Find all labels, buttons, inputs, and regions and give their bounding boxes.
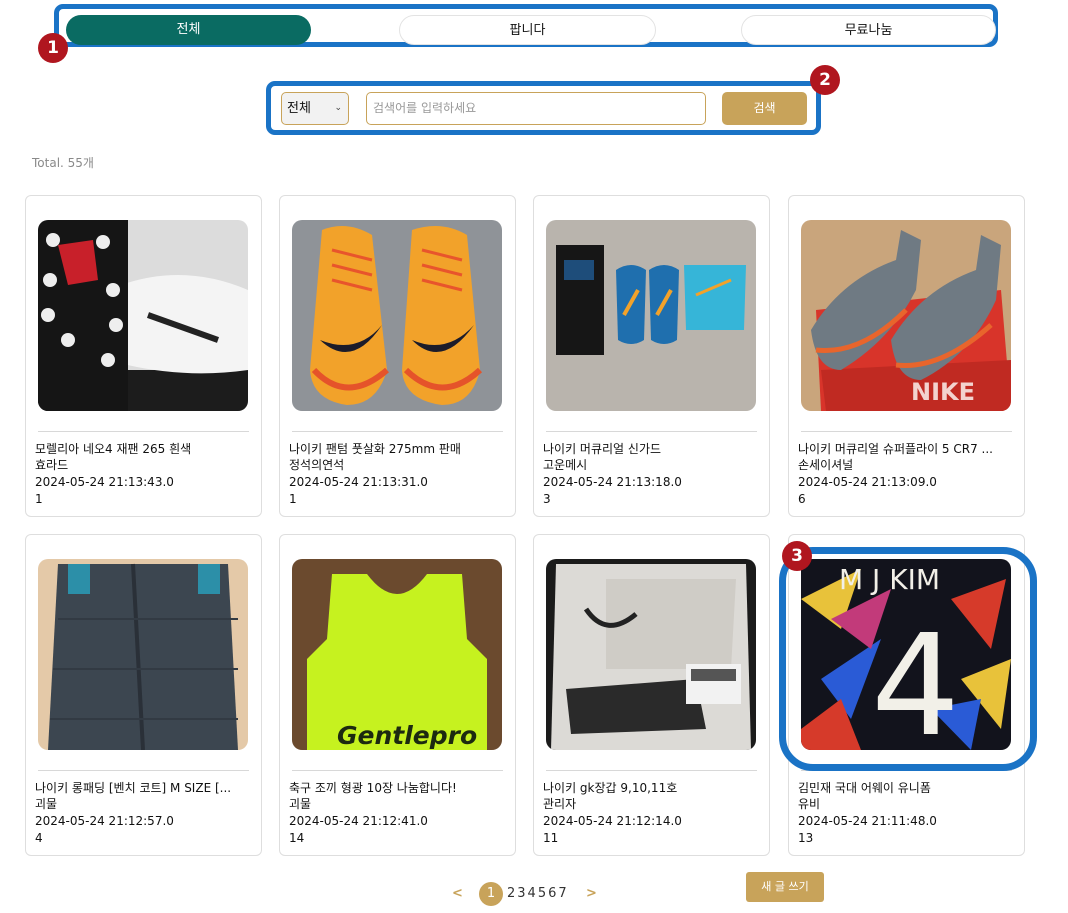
- post-card[interactable]: 나이키 롱패딩 [벤치 코트] M SIZE [... 괴물 2024-05-2…: [25, 534, 262, 856]
- tab-all[interactable]: 전체: [66, 15, 311, 45]
- chevron-down-icon: ⌄: [334, 103, 342, 113]
- annotation-marker-2: 2: [810, 65, 840, 95]
- post-date: 2024-05-24 21:13:18.0: [543, 475, 682, 489]
- post-author: 괴물: [289, 797, 312, 811]
- page-prev-button[interactable]: <: [452, 881, 463, 907]
- bib-brand-text: Gentlepro: [337, 721, 477, 750]
- post-title: 축구 조끼 형광 10장 나눔합니다!: [289, 781, 457, 795]
- post-views: 11: [543, 831, 559, 845]
- post-views: 13: [798, 831, 814, 845]
- search-select-value: 전체: [287, 101, 311, 116]
- post-title: 나이키 머큐리얼 신가드: [543, 442, 662, 456]
- post-date: 2024-05-24 21:13:09.0: [798, 475, 937, 489]
- tab-free-share[interactable]: 무료나눔: [741, 15, 996, 45]
- post-card[interactable]: 나이키 팬텀 풋살화 275mm 판매 정석의연석 2024-05-24 21:…: [279, 195, 516, 517]
- post-thumbnail: [546, 559, 756, 750]
- post-title: 김민재 국대 어웨이 유니폼: [798, 781, 931, 795]
- post-views: 14: [289, 831, 305, 845]
- post-date: 2024-05-24 21:12:41.0: [289, 814, 428, 828]
- post-thumbnail: Gentlepro: [292, 559, 502, 750]
- annotation-highlight: [779, 547, 1037, 771]
- page-next-button[interactable]: >: [586, 881, 597, 907]
- post-views: 1: [289, 492, 297, 506]
- search-button[interactable]: 검색: [722, 92, 807, 125]
- post-card[interactable]: NIKE 나이키 머큐리얼 슈퍼플라이 5 CR7 ... 손세이셔널 2024…: [788, 195, 1025, 517]
- new-post-button[interactable]: 새 글 쓰기: [746, 872, 824, 902]
- post-author: 효라드: [35, 458, 69, 472]
- post-title: 나이키 gk장갑 9,10,11호: [543, 781, 678, 795]
- post-card[interactable]: Gentlepro 축구 조끼 형광 10장 나눔합니다! 괴물 2024-05…: [279, 534, 516, 856]
- post-thumbnail: NIKE: [801, 220, 1011, 411]
- post-thumbnail: [292, 220, 502, 411]
- post-title: 나이키 머큐리얼 슈퍼플라이 5 CR7 ...: [798, 442, 993, 456]
- search-input[interactable]: 검색어를 입력하세요: [366, 92, 706, 125]
- post-card[interactable]: 나이키 gk장갑 9,10,11호 관리자 2024-05-24 21:12:1…: [533, 534, 770, 856]
- box-brand-text: NIKE: [911, 378, 975, 406]
- post-card[interactable]: 나이키 머큐리얼 신가드 고운메시 2024-05-24 21:13:18.0 …: [533, 195, 770, 517]
- post-date: 2024-05-24 21:11:48.0: [798, 814, 937, 828]
- post-views: 6: [798, 492, 806, 506]
- post-author: 유비: [798, 797, 821, 811]
- search-bar: 전체 ⌄ 검색어를 입력하세요 검색: [266, 81, 821, 135]
- post-author: 괴물: [35, 797, 58, 811]
- post-views: 4: [35, 831, 43, 845]
- total-count: Total. 55개: [32, 156, 94, 170]
- post-thumbnail: [38, 559, 248, 750]
- post-thumbnail: [546, 220, 756, 411]
- search-category-select[interactable]: 전체 ⌄: [281, 92, 349, 125]
- post-title: 나이키 롱패딩 [벤치 코트] M SIZE [...: [35, 781, 232, 795]
- post-author: 정석의연석: [289, 458, 345, 472]
- post-title: 나이키 팬텀 풋살화 275mm 판매: [289, 442, 461, 456]
- post-card[interactable]: 모렐리아 네오4 재팬 265 흰색 효라드 2024-05-24 21:13:…: [25, 195, 262, 517]
- post-title: 모렐리아 네오4 재팬 265 흰색: [35, 442, 192, 456]
- tab-sell[interactable]: 팝니다: [399, 15, 656, 45]
- category-tabs: 전체 팝니다 무료나눔: [54, 4, 998, 47]
- post-views: 1: [35, 492, 43, 506]
- annotation-marker-3: 3: [782, 541, 812, 571]
- post-author: 손세이셔널: [798, 458, 854, 472]
- post-date: 2024-05-24 21:13:43.0: [35, 475, 174, 489]
- page-numbers[interactable]: 234567: [507, 881, 569, 907]
- post-date: 2024-05-24 21:13:31.0: [289, 475, 428, 489]
- post-date: 2024-05-24 21:12:57.0: [35, 814, 174, 828]
- post-thumbnail: [38, 220, 248, 411]
- post-author: 관리자: [543, 797, 577, 811]
- post-views: 3: [543, 492, 551, 506]
- annotation-marker-1: 1: [38, 33, 68, 63]
- post-author: 고운메시: [543, 458, 588, 472]
- page-current[interactable]: 1: [479, 882, 503, 906]
- post-date: 2024-05-24 21:12:14.0: [543, 814, 682, 828]
